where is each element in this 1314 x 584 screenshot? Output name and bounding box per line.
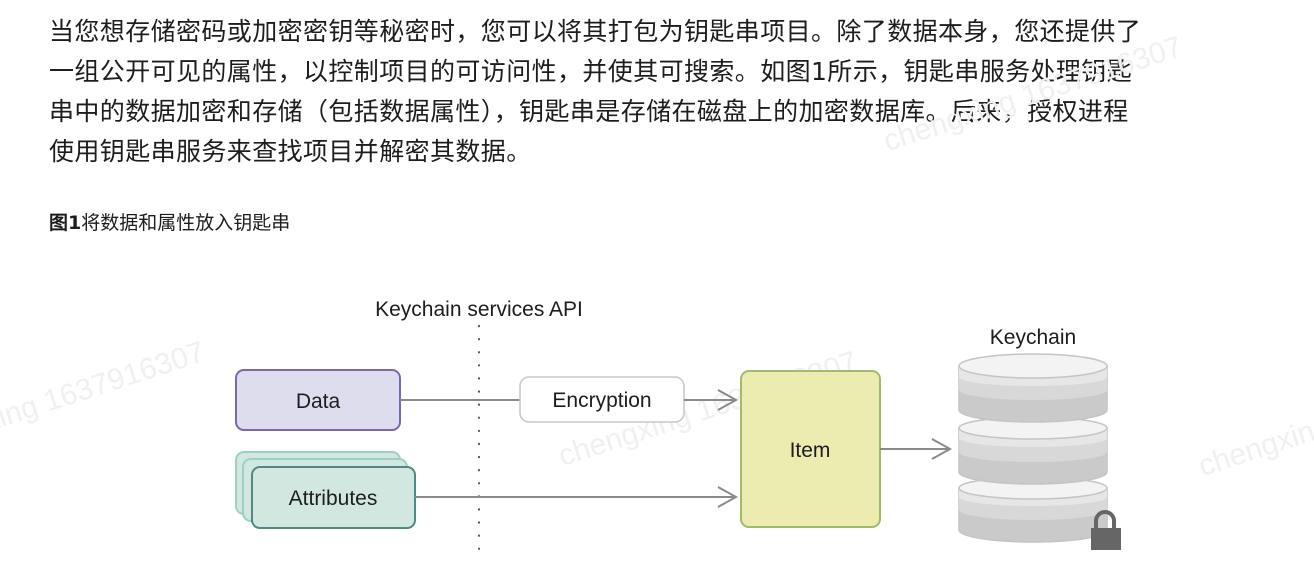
item-box-label: Item	[790, 439, 831, 462]
item-box: Item	[740, 370, 881, 528]
keychain-database-icon	[958, 353, 1108, 543]
data-box: Data	[235, 369, 401, 431]
keychain-label: Keychain	[990, 326, 1076, 349]
encryption-box-label: Encryption	[552, 389, 651, 412]
attributes-to-item-arrow	[415, 486, 739, 508]
keychain-diagram: Keychain services API Data Attributes En…	[235, 298, 1121, 558]
data-box-label: Data	[296, 390, 341, 413]
encryption-to-item-arrow	[684, 389, 739, 411]
api-label: Keychain services API	[375, 298, 583, 321]
database-disk	[958, 416, 1108, 485]
attributes-box: Attributes	[235, 451, 416, 529]
database-disk	[958, 476, 1108, 543]
encryption-box: Encryption	[519, 376, 685, 423]
item-to-keychain-arrow	[880, 438, 953, 460]
attributes-box-label: Attributes	[289, 487, 378, 510]
database-disk	[958, 353, 1108, 423]
